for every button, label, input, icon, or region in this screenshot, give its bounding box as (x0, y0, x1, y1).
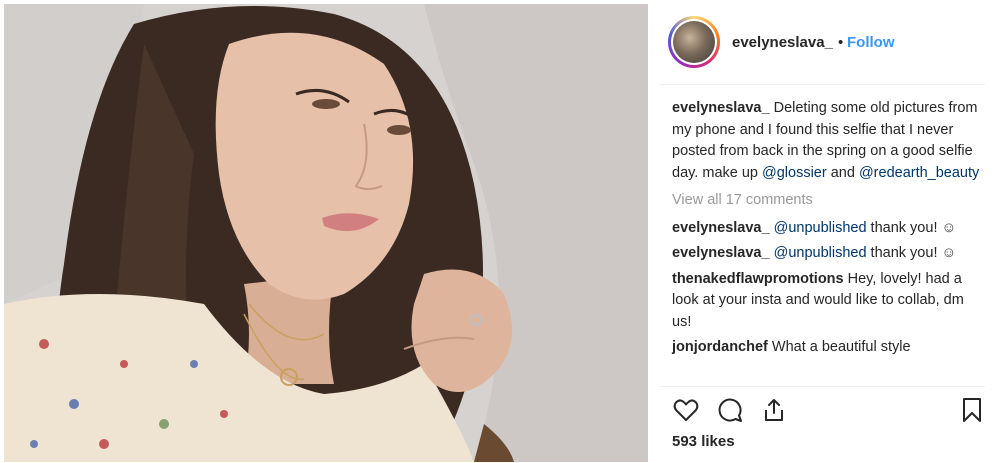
bookmark-icon[interactable] (958, 396, 986, 424)
comment-username[interactable]: jonjordanchef (672, 339, 768, 355)
mention-link[interactable]: @glossier (762, 165, 827, 181)
follow-button[interactable]: Follow (847, 34, 895, 51)
comment-username[interactable]: thenakedflawpromotions (672, 271, 844, 287)
caption-text: and (826, 164, 859, 181)
post-header: evelyneslava_ • Follow (660, 14, 990, 76)
mention-link[interactable]: @unpublished (774, 245, 867, 261)
selfie-illustration (4, 4, 648, 462)
comment: jonjordanchef What a beautiful style (672, 337, 982, 359)
share-icon[interactable] (760, 396, 788, 424)
post-sidebar: evelyneslava_ • Follow evelyneslava_ Del… (660, 0, 990, 463)
comment-text: thank you! ☺ (866, 245, 957, 261)
heart-icon[interactable] (672, 396, 700, 424)
comments-section: evelyneslava_ Deleting some old pictures… (672, 98, 982, 363)
mention-link[interactable]: @unpublished (774, 220, 867, 236)
header-divider (660, 84, 985, 85)
comment: evelyneslava_ @unpublished thank you! ☺ (672, 243, 982, 265)
likes-count[interactable]: 593 likes (672, 433, 735, 450)
comment-username[interactable]: evelyneslava_ (672, 220, 770, 236)
post-caption: evelyneslava_ Deleting some old pictures… (672, 98, 982, 184)
comment: thenakedflawpromotions Hey, lovely! had … (672, 269, 982, 334)
caption-username[interactable]: evelyneslava_ (672, 100, 770, 116)
actions-divider (660, 386, 985, 387)
comment-username[interactable]: evelyneslava_ (672, 245, 770, 261)
comment: evelyneslava_ @unpublished thank you! ☺ (672, 218, 982, 240)
instagram-post: evelyneslava_ • Follow evelyneslava_ Del… (0, 0, 1007, 463)
header-username[interactable]: evelyneslava_ (732, 34, 833, 51)
avatar[interactable] (668, 16, 720, 68)
action-bar (672, 396, 982, 426)
comment-text: What a beautiful style (767, 339, 911, 355)
comment-icon[interactable] (716, 396, 744, 424)
comment-text: thank you! ☺ (866, 219, 957, 236)
view-all-comments-link[interactable]: View all 17 comments (672, 190, 982, 212)
post-photo[interactable] (4, 4, 648, 462)
mention-link[interactable]: @redearth_beauty (859, 165, 979, 181)
separator-dot: • (838, 34, 844, 51)
